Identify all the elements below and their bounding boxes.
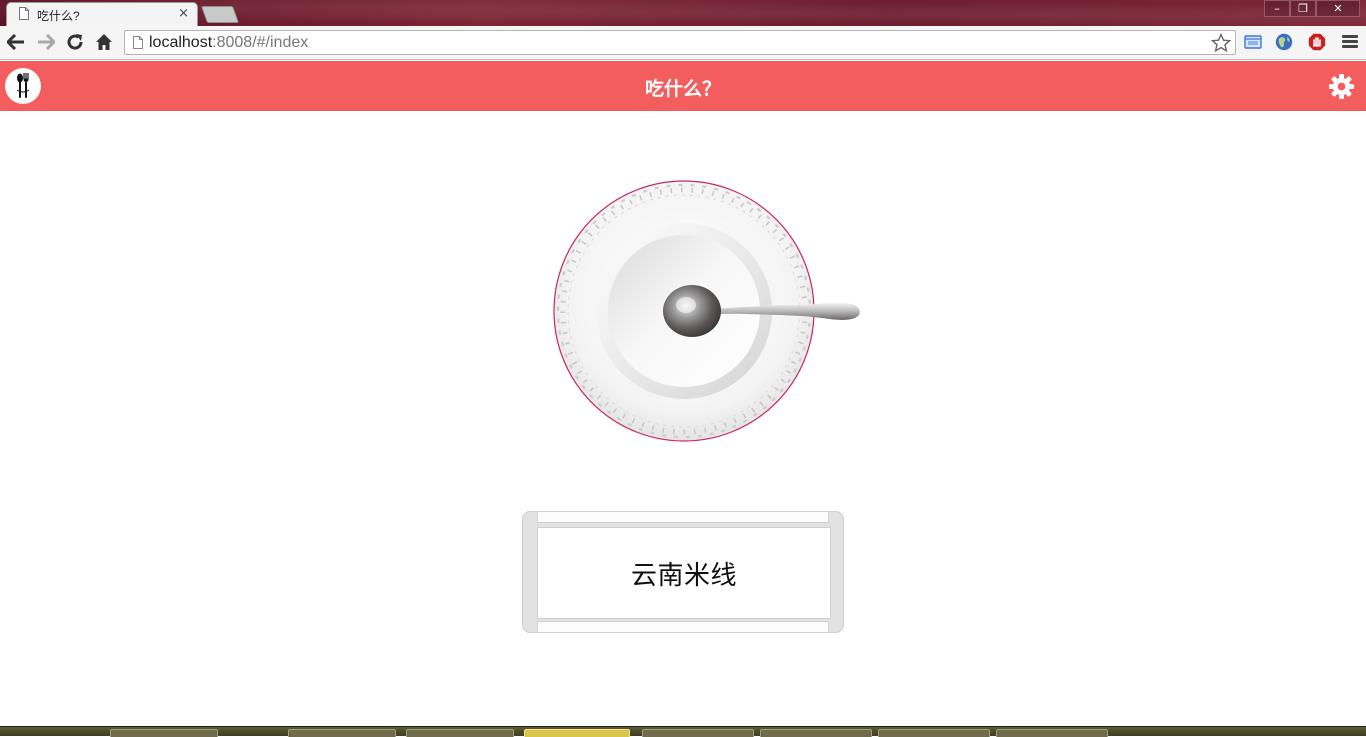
globe-extension-icon[interactable] <box>1275 33 1293 51</box>
app-header: 吃什么？ <box>0 61 1366 111</box>
reload-button[interactable] <box>65 32 85 52</box>
address-bar[interactable]: localhost:8008/#/index <box>124 30 1236 55</box>
star-icon[interactable] <box>1211 33 1231 53</box>
tab-close-icon[interactable]: × <box>178 6 189 21</box>
page-icon <box>19 7 29 20</box>
new-tab-button[interactable] <box>200 6 240 23</box>
adblock-extension-icon[interactable] <box>1308 33 1326 51</box>
restore-button[interactable]: ❐ <box>1290 0 1316 17</box>
forward-button[interactable] <box>36 32 56 52</box>
browser-toolbar: localhost:8008/#/index <box>0 26 1366 60</box>
minimize-button[interactable]: – <box>1264 0 1290 17</box>
home-button[interactable] <box>94 32 114 52</box>
page-icon <box>133 36 143 49</box>
back-icon <box>7 34 24 50</box>
back-button[interactable] <box>6 32 26 52</box>
window-controls: – ❐ ✕ <box>1264 0 1360 18</box>
result-panel: 云南米线 <box>537 527 831 619</box>
close-window-button[interactable]: ✕ <box>1316 0 1360 17</box>
gear-icon[interactable] <box>1328 73 1355 100</box>
reload-icon <box>67 34 83 50</box>
app-title: 吃什么？ <box>644 78 721 100</box>
browser-titlebar: 吃什么? × – ❐ ✕ <box>0 0 1366 26</box>
url-text: localhost:8008/#/index <box>149 34 309 51</box>
home-icon <box>96 34 112 50</box>
card-bottom-strip <box>537 621 829 632</box>
result-card: 云南米线 <box>522 511 844 633</box>
os-taskbar <box>0 726 1366 737</box>
card-top-strip <box>537 512 829 523</box>
food-name: 云南米线 <box>630 560 737 591</box>
menu-icon[interactable] <box>1342 35 1358 49</box>
spoon-image[interactable] <box>662 283 864 339</box>
forward-icon <box>38 34 55 50</box>
tab-title: 吃什么? <box>37 9 80 23</box>
browser-tab[interactable]: 吃什么? × <box>6 2 198 26</box>
folder-extension-icon[interactable] <box>1244 33 1262 51</box>
